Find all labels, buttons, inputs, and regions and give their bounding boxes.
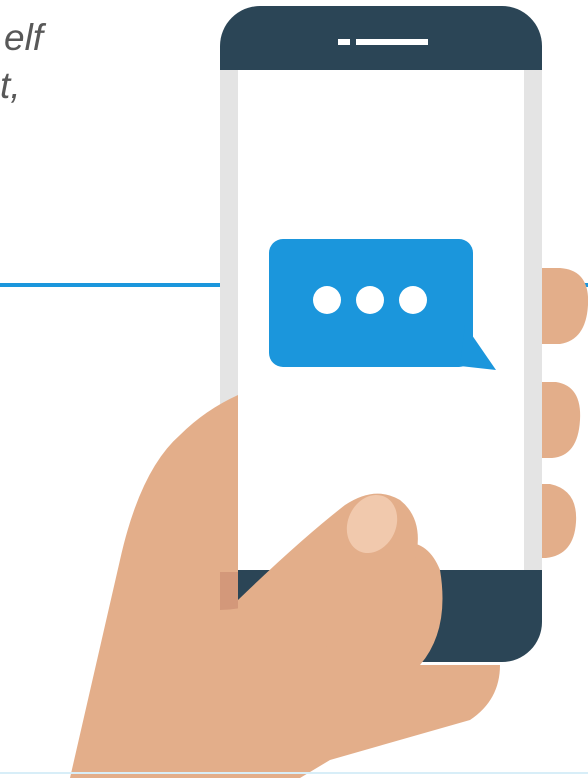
phone-speaker-dot	[338, 39, 350, 45]
illustration-canvas: elf t,	[0, 0, 588, 778]
typing-dot-2	[356, 286, 384, 314]
chat-bubble-typing-icon	[269, 239, 496, 370]
typing-dot-1	[313, 286, 341, 314]
connector-line-left	[0, 283, 225, 287]
phone-speaker-slot	[356, 39, 428, 45]
hand-holding-phone-icon	[0, 6, 588, 778]
typing-dot-3	[399, 286, 427, 314]
bottom-rule	[0, 772, 588, 774]
